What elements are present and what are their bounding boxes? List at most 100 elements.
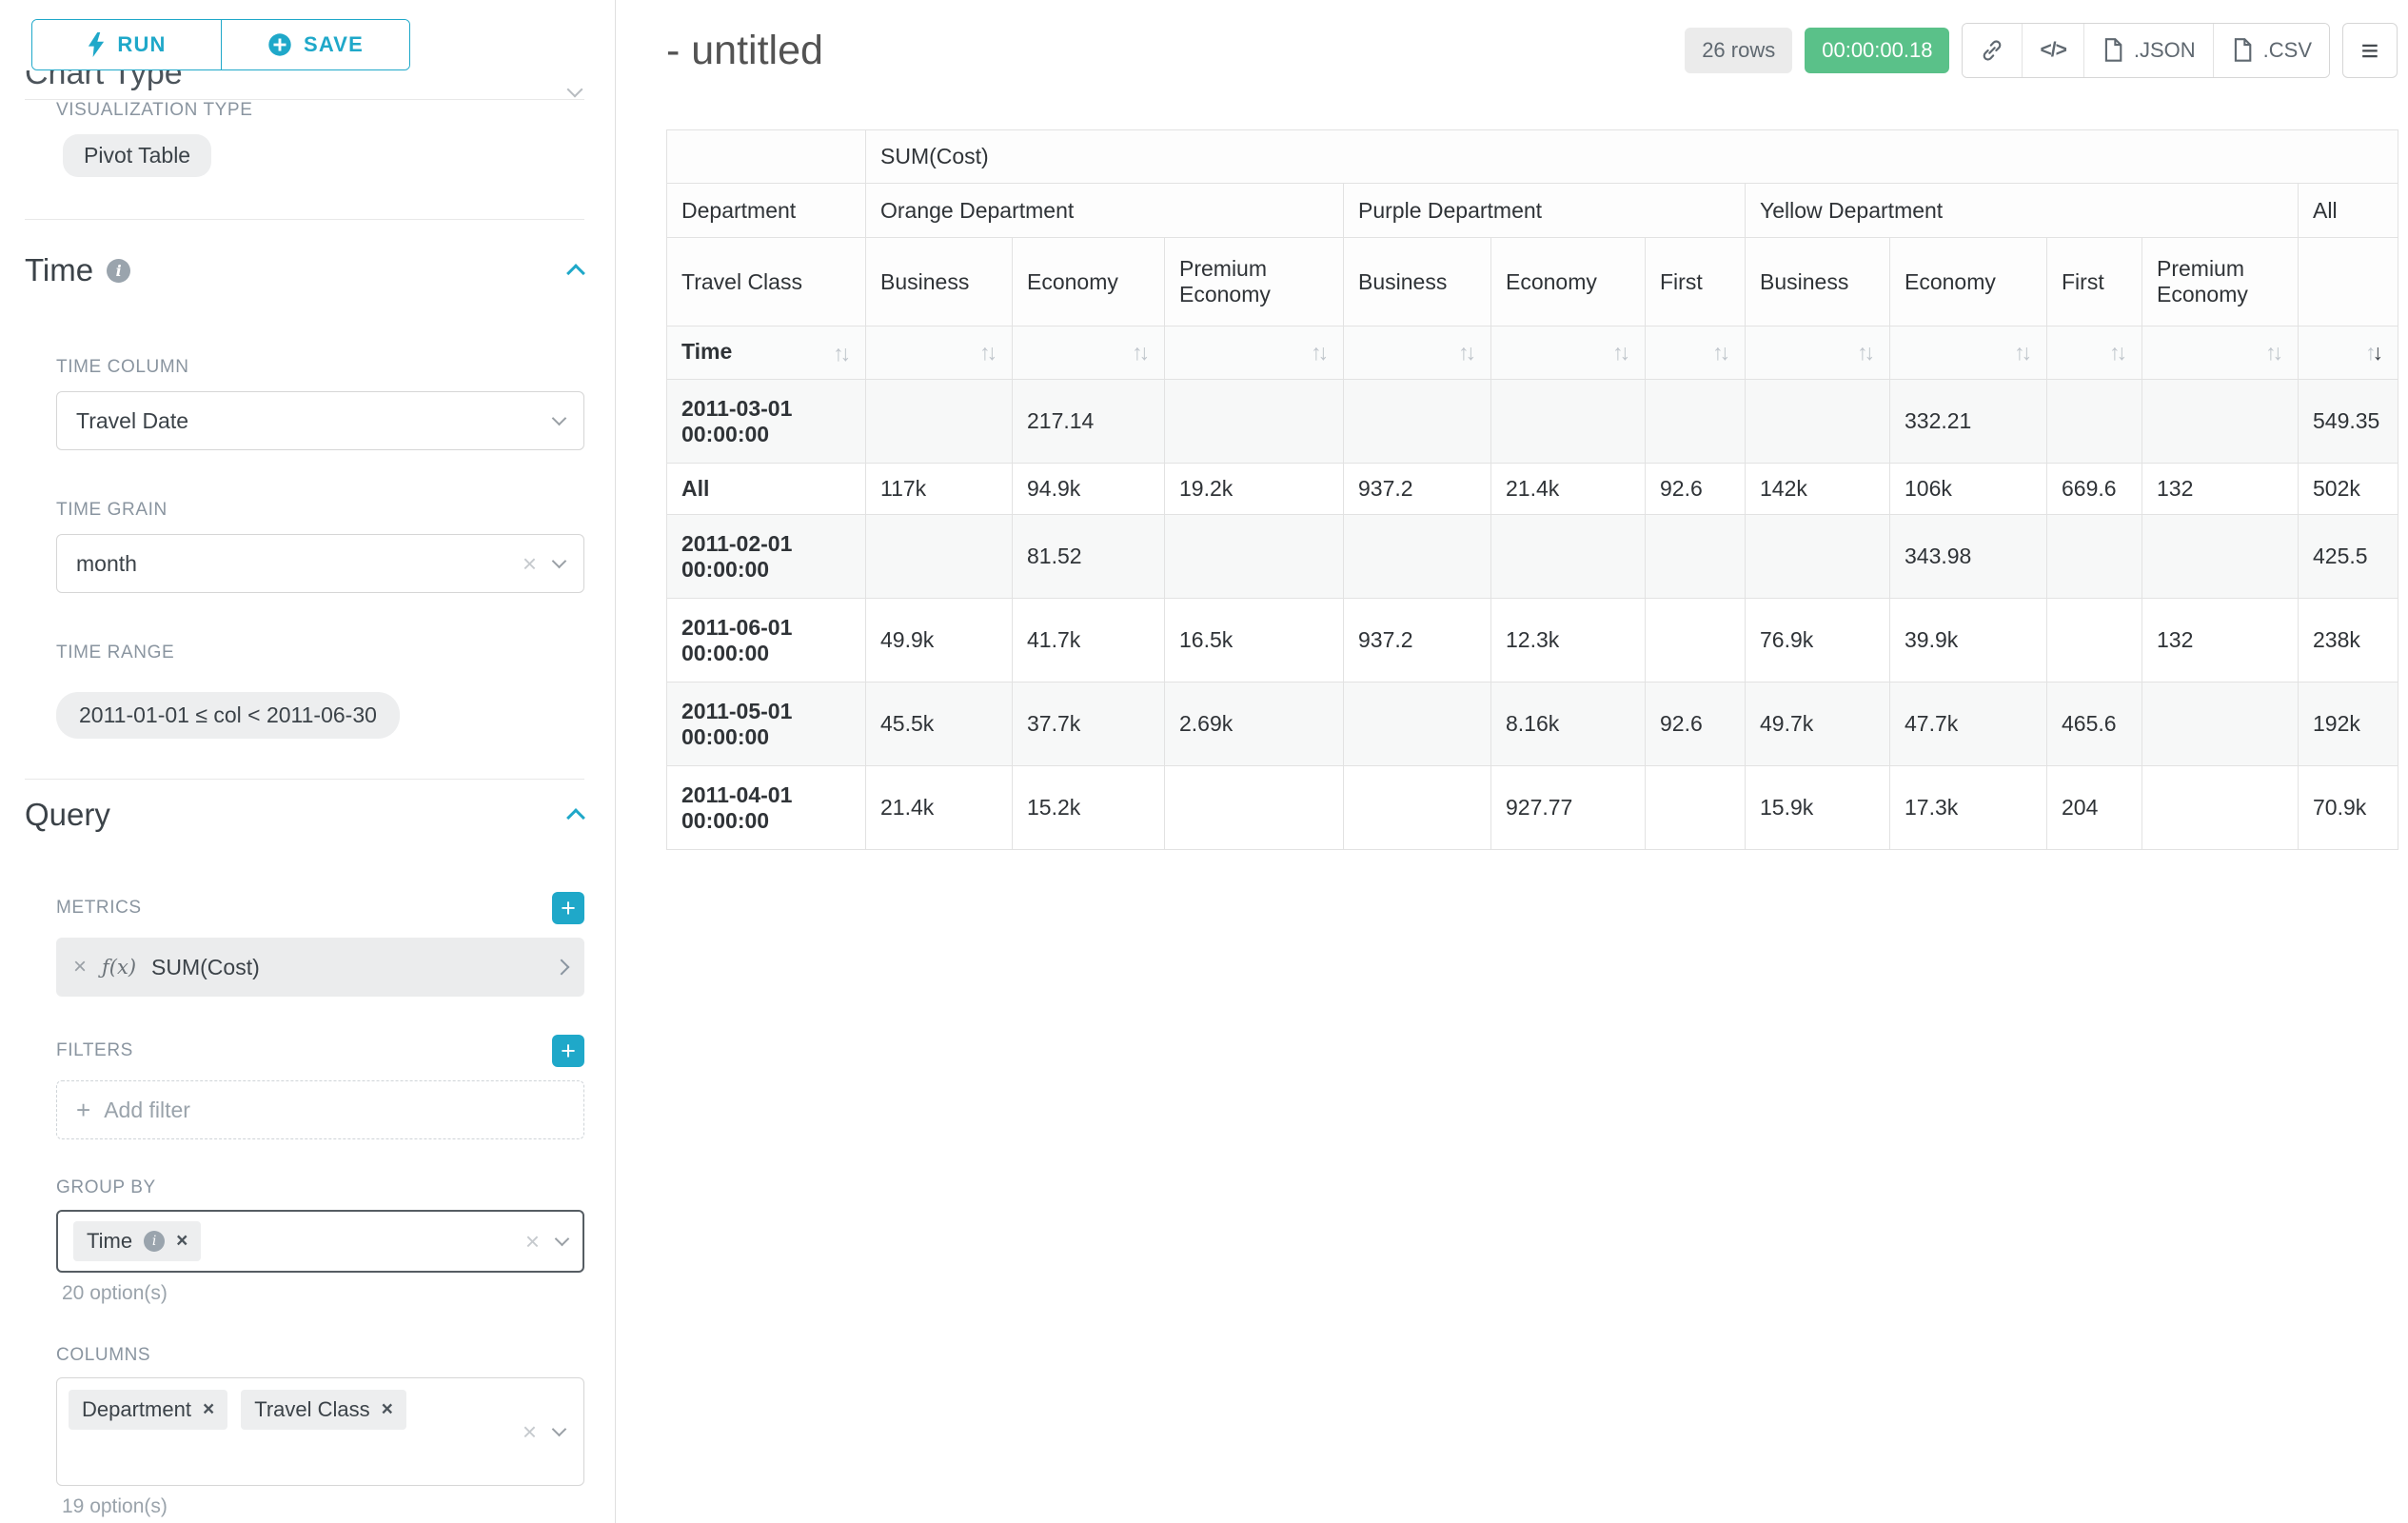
pivot-cell: 92.6 xyxy=(1646,464,1746,515)
pivot-cell: 81.52 xyxy=(1013,515,1165,599)
column-axis-label: Department xyxy=(667,184,866,238)
export-csv-button[interactable]: .CSV xyxy=(2213,24,2329,77)
chevron-down-icon[interactable] xyxy=(555,1232,570,1247)
sort-descending-icon[interactable]: ↑↓ xyxy=(2365,340,2383,365)
sort-icon[interactable]: ↑↓ xyxy=(1712,340,1730,365)
pivot-cell xyxy=(866,515,1013,599)
add-metric-button[interactable]: + xyxy=(552,892,584,924)
link-icon xyxy=(1980,38,2004,63)
chart-panel: - untitled 26 rows 00:00:00.18 </> .JSON xyxy=(616,0,2408,1523)
time-column-select[interactable]: Travel Date xyxy=(56,391,584,450)
pivot-cell xyxy=(1746,515,1890,599)
chevron-down-icon[interactable] xyxy=(552,411,567,426)
sort-header-cell[interactable]: ↑↓ xyxy=(1646,326,1746,380)
chevron-up-icon[interactable] xyxy=(566,264,585,283)
sort-icon[interactable]: ↑↓ xyxy=(979,340,997,365)
time-range-value[interactable]: 2011-01-01 ≤ col < 2011-06-30 xyxy=(56,692,400,739)
pivot-cell xyxy=(1491,380,1646,464)
columns-tag-label: Department xyxy=(82,1397,191,1422)
remove-metric-icon[interactable]: × xyxy=(73,954,87,980)
sort-header-cell[interactable]: ↑↓ xyxy=(1165,326,1344,380)
pivot-table: SUM(Cost)DepartmentOrange DepartmentPurp… xyxy=(666,129,2398,850)
function-icon: ƒ(x) xyxy=(102,956,136,979)
code-icon: </> xyxy=(2040,39,2065,62)
clear-icon[interactable]: × xyxy=(525,1229,540,1254)
sort-header-cell[interactable]: ↑↓ xyxy=(2047,326,2142,380)
add-filter-button[interactable]: + Add filter xyxy=(56,1080,584,1139)
pivot-cell: 669.6 xyxy=(2047,464,2142,515)
embed-code-button[interactable]: </> xyxy=(2022,24,2082,77)
pivot-cell: 45.5k xyxy=(866,682,1013,766)
time-section-header: Time i xyxy=(25,252,582,288)
chart-title[interactable]: - untitled xyxy=(666,28,823,74)
sort-header-cell[interactable]: ↑↓ xyxy=(1890,326,2047,380)
sort-icon[interactable]: ↑↓ xyxy=(1857,340,1875,365)
chevron-right-icon[interactable] xyxy=(554,959,570,976)
chevron-up-icon[interactable] xyxy=(566,808,585,827)
row-header-cell: 2011-04-01 00:00:00 xyxy=(667,766,866,850)
row-header-cell: 2011-06-01 00:00:00 xyxy=(667,599,866,682)
group-by-select[interactable]: Time i × × xyxy=(56,1210,584,1273)
chevron-down-icon[interactable] xyxy=(552,554,567,569)
sort-header-cell[interactable]: ↑↓ xyxy=(1746,326,1890,380)
remove-tag-icon[interactable]: × xyxy=(382,1398,393,1421)
pivot-cell xyxy=(2142,766,2299,850)
sort-icon[interactable]: ↑↓ xyxy=(1311,340,1329,365)
sort-icon[interactable]: ↑↓ xyxy=(1458,340,1476,365)
metric-header-cell: SUM(Cost) xyxy=(866,130,2398,184)
sort-icon[interactable]: ↑↓ xyxy=(2109,340,2127,365)
save-button[interactable]: SAVE xyxy=(221,20,409,69)
sort-icon[interactable]: ↑↓ xyxy=(833,341,851,366)
pivot-cell: 41.7k xyxy=(1013,599,1165,682)
class-header-cell: Economy xyxy=(1013,238,1165,326)
pivot-cell xyxy=(1165,766,1344,850)
time-column-value: Travel Date xyxy=(76,408,188,434)
sort-header-cell[interactable]: ↑↓ xyxy=(1491,326,1646,380)
file-icon xyxy=(2231,38,2254,63)
pivot-cell: 21.4k xyxy=(1491,464,1646,515)
run-button[interactable]: RUN xyxy=(32,20,221,69)
row-axis-label[interactable]: Time↑↓ xyxy=(667,326,866,380)
copy-link-button[interactable] xyxy=(1963,24,2022,77)
export-json-button[interactable]: .JSON xyxy=(2083,24,2213,77)
time-grain-label: TIME GRAIN xyxy=(56,500,615,521)
sort-icon[interactable]: ↑↓ xyxy=(2014,340,2032,365)
scrolled-section-heading: Chart Type xyxy=(25,70,615,99)
pivot-cell xyxy=(1344,766,1491,850)
sort-header-cell[interactable]: ↑↓ xyxy=(1344,326,1491,380)
table-row: 2011-05-01 00:00:0045.5k37.7k2.69k8.16k9… xyxy=(667,682,2398,766)
pivot-cell xyxy=(1165,515,1344,599)
dept-header-cell: Purple Department xyxy=(1344,184,1746,238)
pivot-cell: 106k xyxy=(1890,464,2047,515)
pivot-cell: 49.7k xyxy=(1746,682,1890,766)
columns-select[interactable]: Department × Travel Class × × xyxy=(56,1377,584,1486)
clear-icon[interactable]: × xyxy=(523,551,537,576)
pivot-cell xyxy=(2142,682,2299,766)
metric-chip[interactable]: × ƒ(x) SUM(Cost) xyxy=(56,938,584,997)
visualization-type-value[interactable]: Pivot Table xyxy=(63,134,211,177)
pivot-cell xyxy=(2142,380,2299,464)
sort-icon[interactable]: ↑↓ xyxy=(1612,340,1630,365)
chevron-down-icon[interactable] xyxy=(552,1422,567,1437)
pivot-cell: 465.6 xyxy=(2047,682,2142,766)
columns-tag-label: Travel Class xyxy=(254,1397,369,1422)
add-filter-plus-button[interactable]: + xyxy=(552,1035,584,1067)
time-grain-select[interactable]: month × xyxy=(56,534,584,593)
sort-header-cell[interactable]: ↑↓ xyxy=(1013,326,1165,380)
pivot-cell: 549.35 xyxy=(2299,380,2398,464)
pivot-cell: 332.21 xyxy=(1890,380,2047,464)
sort-header-cell[interactable]: ↑↓ xyxy=(866,326,1013,380)
file-icon xyxy=(2102,38,2124,63)
export-csv-label: .CSV xyxy=(2263,38,2312,63)
more-options-button[interactable]: ≡ xyxy=(2342,23,2398,78)
sort-header-cell[interactable]: ↑↓ xyxy=(2142,326,2299,380)
clear-icon[interactable]: × xyxy=(523,1419,537,1444)
pivot-header-row: SUM(Cost) xyxy=(667,130,2398,184)
sort-icon[interactable]: ↑↓ xyxy=(2265,340,2283,365)
remove-tag-icon[interactable]: × xyxy=(176,1230,188,1253)
sort-header-cell[interactable]: ↑↓ xyxy=(2299,326,2398,380)
remove-tag-icon[interactable]: × xyxy=(203,1398,214,1421)
sort-icon[interactable]: ↑↓ xyxy=(1132,340,1150,365)
time-range-label: TIME RANGE xyxy=(56,643,615,663)
class-header-cell: Business xyxy=(1746,238,1890,326)
